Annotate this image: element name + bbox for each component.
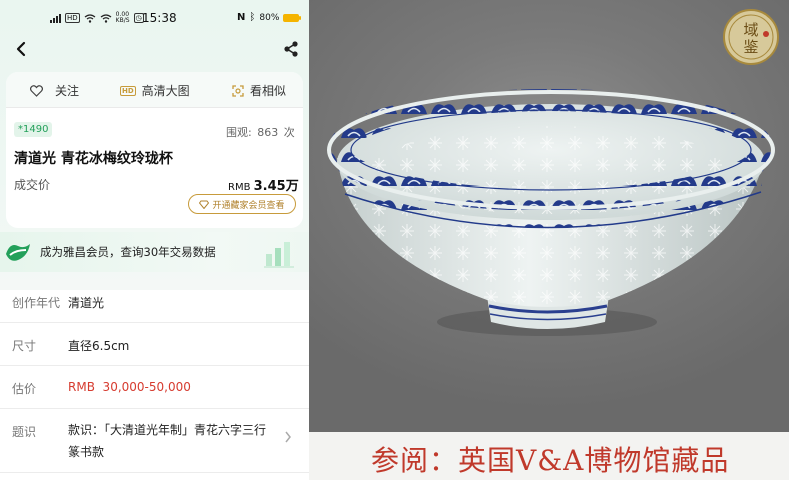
photo-caption-bar: 参阅：英国V&A博物馆藏品 — [309, 432, 789, 480]
view-count-value: 863 — [257, 126, 279, 139]
chart-illustration-icon — [264, 242, 294, 268]
back-button[interactable] — [10, 38, 32, 60]
signal-icon — [50, 13, 61, 23]
deal-price: RMB 3.45万 — [228, 175, 299, 194]
chevron-left-icon — [16, 41, 26, 57]
status-icons-right: N ᛒ 80% — [237, 12, 302, 23]
detail-row-era: 创作年代 清道光 — [0, 280, 309, 323]
svg-text:鉴: 鉴 — [743, 38, 758, 56]
follow-button[interactable]: 关注 — [30, 82, 79, 99]
membership-banner-text: 成为雅昌会员，查询30年交易数据 — [40, 245, 216, 259]
photo-caption: 参阅：英国V&A博物馆藏品 — [371, 444, 730, 477]
similar-label: 看相似 — [250, 84, 287, 98]
seal-logo: 域 鉴 — [723, 9, 779, 65]
network-speed: 0.00 KB/S — [115, 11, 130, 24]
hd-image-button[interactable]: HD 高清大图 — [120, 82, 190, 99]
share-button[interactable] — [280, 38, 302, 60]
view-count-unit: 次 — [283, 126, 295, 139]
detail-label: 尺寸 — [12, 339, 37, 353]
detail-value: 直径6.5cm — [68, 339, 130, 353]
wifi-icon — [84, 13, 96, 23]
lot-title: 清道光 青花冰梅纹玲珑杯 — [14, 151, 173, 167]
wifi-icon-2 — [100, 13, 112, 23]
heart-icon — [30, 84, 43, 97]
chevron-right-icon — [285, 431, 291, 443]
detail-row-estimate: 估价 RMB 30,000-50,000 — [0, 366, 309, 409]
hd-icon: HD — [120, 85, 136, 96]
status-icons-left: HD 0.00 KB/S ◷ — [50, 12, 144, 24]
deal-price-label: 成交价 — [14, 178, 51, 192]
nav-bar — [0, 36, 309, 64]
follow-label: 关注 — [55, 84, 80, 98]
detail-value: 款识：「大清道光年制」青花六字三行篆书款 — [68, 423, 267, 459]
status-time: 15:38 — [142, 11, 177, 25]
detail-label: 估价 — [12, 382, 37, 396]
detail-row-inscription[interactable]: 题识 款识：「大清道光年制」青花六字三行篆书款 — [0, 409, 309, 473]
hd-voice-icon: HD — [65, 13, 80, 23]
bowl-photo — [309, 0, 789, 432]
status-bar: HD 0.00 KB/S ◷ 15:38 N ᛒ 80% — [0, 0, 309, 36]
detail-value: 清道光 — [68, 296, 105, 310]
price-currency: RMB — [228, 182, 251, 193]
lot-info-card: 关注 HD 高清大图 看相似 *1490 围观: 863 次 清道光 青花冰梅纹… — [6, 72, 303, 228]
battery-icon — [283, 13, 302, 22]
nfc-icon: N — [237, 12, 246, 23]
detail-list: 创作年代 清道光 尺寸 直径6.5cm 估价 RMB 30,000-50,000… — [0, 280, 309, 473]
price-value: 3.45万 — [253, 179, 299, 194]
membership-banner[interactable]: 成为雅昌会员，查询30年交易数据 — [0, 232, 309, 272]
detail-row-size: 尺寸 直径6.5cm — [0, 323, 309, 366]
detail-value: RMB 30,000-50,000 — [68, 380, 191, 394]
similar-button[interactable]: 看相似 — [232, 82, 286, 99]
artron-logo-icon — [6, 244, 30, 261]
share-icon — [284, 41, 298, 57]
action-bar: 关注 HD 高清大图 看相似 — [6, 72, 303, 108]
auction-app-screen: HD 0.00 KB/S ◷ 15:38 N ᛒ 80% 关注 HD 高清大图 … — [0, 0, 309, 480]
vip-membership-button[interactable]: 开通藏家会员查看 — [188, 194, 296, 214]
svg-text:域: 域 — [743, 21, 758, 39]
hd-label: 高清大图 — [141, 84, 190, 98]
diamond-icon — [199, 200, 210, 209]
view-count: 围观: 863 次 — [224, 124, 295, 140]
vip-button-label: 开通藏家会员查看 — [212, 200, 285, 211]
lot-number-badge: *1490 — [14, 122, 53, 137]
detail-label: 题识 — [12, 425, 37, 439]
battery-percent: 80% — [259, 12, 280, 23]
blue-white-rice-bowl-image — [327, 89, 775, 336]
scan-search-icon — [232, 84, 244, 97]
bluetooth-icon: ᛒ — [249, 12, 256, 23]
detail-label: 创作年代 — [12, 296, 61, 310]
view-count-label: 围观: — [226, 126, 252, 139]
